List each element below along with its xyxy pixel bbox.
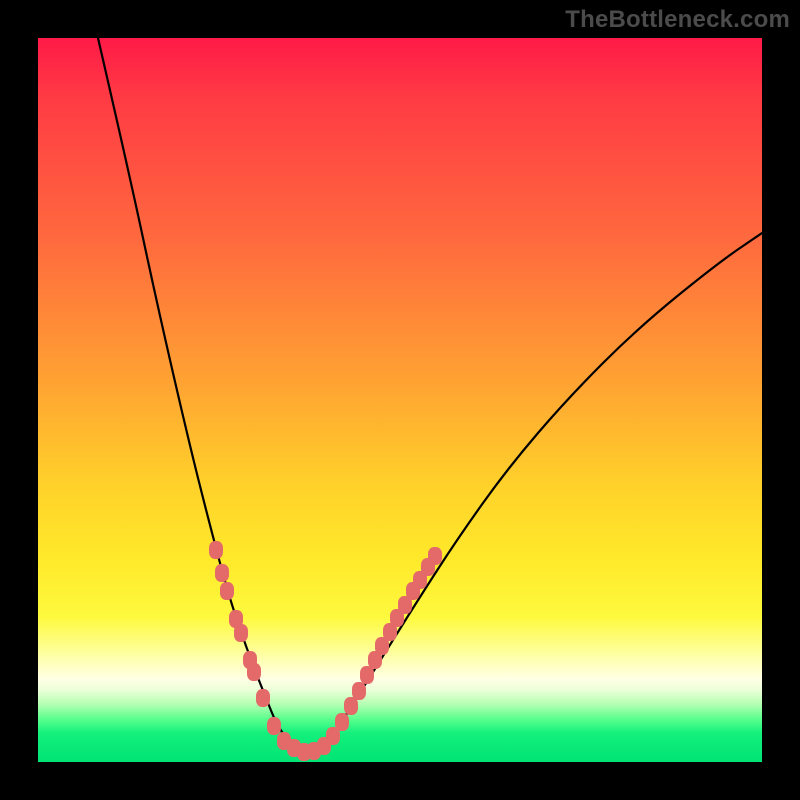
chart-overlay [38, 38, 762, 762]
highlight-dot [344, 697, 358, 715]
highlight-dot [234, 624, 248, 642]
highlight-dot [352, 682, 366, 700]
bottleneck-curve [98, 38, 762, 751]
highlight-dots [209, 541, 442, 761]
chart-frame: TheBottleneck.com [0, 0, 800, 800]
highlight-dot [247, 663, 261, 681]
highlight-dot [209, 541, 223, 559]
watermark-text: TheBottleneck.com [565, 6, 790, 34]
plot-area [38, 38, 762, 762]
highlight-dot [267, 717, 281, 735]
highlight-dot [215, 564, 229, 582]
highlight-dot [360, 666, 374, 684]
highlight-dot [256, 689, 270, 707]
highlight-dot [220, 582, 234, 600]
highlight-dot [428, 547, 442, 565]
highlight-dot [335, 713, 349, 731]
